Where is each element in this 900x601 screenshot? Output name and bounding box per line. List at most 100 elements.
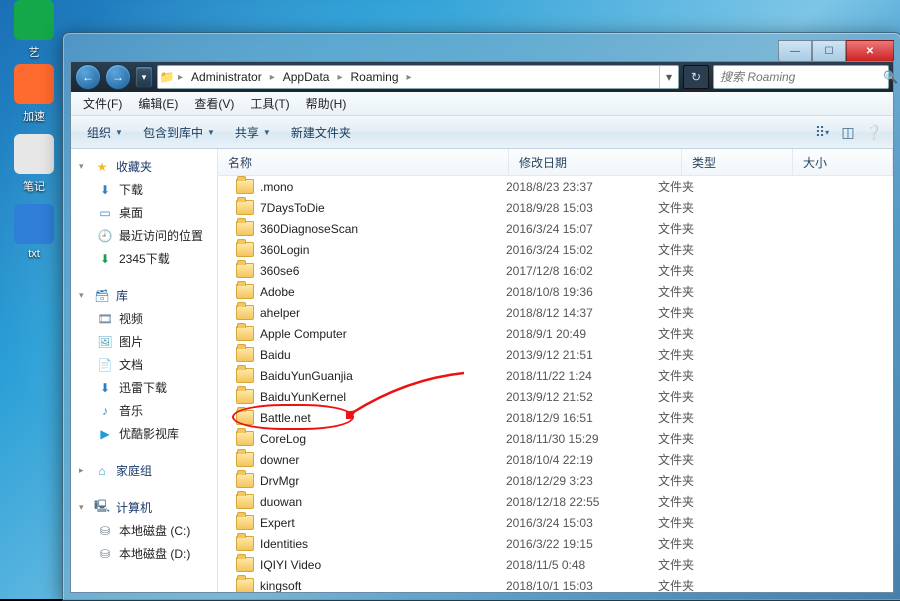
menu-tools[interactable]: 工具(T) [244, 93, 295, 114]
search-icon[interactable]: 🔍 [883, 70, 898, 84]
sidebar-item[interactable]: ⬇下载 [71, 178, 217, 201]
table-row[interactable]: kingsoft2018/10/1 15:03文件夹 [218, 575, 893, 592]
sidebar-item[interactable]: 🎞视频 [71, 307, 217, 330]
sidebar-item[interactable]: ⬇2345下载 [71, 247, 217, 270]
new-folder-button[interactable]: 新建文件夹 [283, 120, 359, 145]
table-row[interactable]: Expert2016/3/24 15:03文件夹 [218, 512, 893, 533]
desktop-background: 艺加速笔记 txt — ☐ ✕ ← → ▾ 📁 ▸ Administrator ▸… [0, 0, 900, 599]
search-box[interactable]: 🔍 [713, 65, 889, 89]
chevron-right-icon: ▸ [79, 465, 88, 476]
file-date: 2013/9/12 21:51 [506, 348, 658, 362]
chevron-down-icon: ▾ [79, 161, 88, 172]
table-row[interactable]: 360Login2016/3/24 15:02文件夹 [218, 239, 893, 260]
refresh-button[interactable]: ↻ [683, 65, 709, 89]
sidebar-item[interactable]: ⛁本地磁盘 (C:) [71, 519, 217, 542]
sidebar-item-label: 图片 [119, 333, 143, 350]
back-button[interactable]: ← [75, 64, 101, 90]
desktop-icon-label: txt [4, 248, 64, 260]
breadcrumb-item[interactable]: Administrator [185, 66, 268, 88]
history-dropdown[interactable]: ▾ [135, 66, 153, 88]
file-name: Identities [260, 537, 308, 551]
include-in-library-button[interactable]: 包含到库中▼ [135, 120, 223, 145]
sidebar-homegroup[interactable]: ▸⌂家庭组 [71, 459, 217, 482]
menu-edit[interactable]: 编辑(E) [132, 93, 184, 114]
column-size[interactable]: 大小 [793, 149, 893, 175]
close-button[interactable]: ✕ [846, 40, 894, 62]
file-date: 2016/3/24 15:07 [506, 222, 658, 236]
dl-icon: ⬇ [97, 182, 113, 198]
menu-file[interactable]: 文件(F) [77, 93, 128, 114]
table-row[interactable]: downer2018/10/4 22:19文件夹 [218, 449, 893, 470]
table-row[interactable]: duowan2018/12/18 22:55文件夹 [218, 491, 893, 512]
help-button[interactable]: ❔ [863, 121, 885, 143]
sidebar-item[interactable]: 🖼 图片 [71, 330, 217, 353]
pic-icon: 🖼 [97, 334, 113, 350]
table-row[interactable]: Identities2016/3/22 19:15文件夹 [218, 533, 893, 554]
minimize-button[interactable]: — [778, 40, 812, 62]
desktop-icon[interactable]: 艺 [4, 0, 64, 60]
breadcrumb-item[interactable]: Roaming [344, 66, 404, 88]
app-icon [14, 134, 54, 174]
sidebar-item[interactable]: ▭桌面 [71, 201, 217, 224]
table-row[interactable]: DrvMgr2018/12/29 3:23文件夹 [218, 470, 893, 491]
sidebar-item[interactable]: ▶优酷影视库 [71, 422, 217, 445]
menu-help[interactable]: 帮助(H) [300, 93, 353, 114]
sidebar-item-label: 视频 [119, 310, 143, 327]
sidebar-item-label: 迅雷下载 [119, 379, 167, 396]
file-type: 文件夹 [658, 262, 748, 279]
column-name[interactable]: 名称 [218, 149, 509, 175]
file-type: 文件夹 [658, 367, 748, 384]
file-name: kingsoft [260, 579, 301, 593]
sidebar-item[interactable]: ♪音乐 [71, 399, 217, 422]
table-row[interactable]: 360DiagnoseScan2016/3/24 15:07文件夹 [218, 218, 893, 239]
table-row[interactable]: CoreLog2018/11/30 15:29文件夹 [218, 428, 893, 449]
desktop-icon[interactable]: 加速 [4, 64, 64, 124]
folder-icon [236, 473, 254, 488]
maximize-button[interactable]: ☐ [812, 40, 846, 62]
table-row[interactable]: Baidu2013/9/12 21:51文件夹 [218, 344, 893, 365]
file-type: 文件夹 [658, 514, 748, 531]
file-type: 文件夹 [658, 304, 748, 321]
forward-button[interactable]: → [105, 64, 131, 90]
sidebar-computer[interactable]: ▾🖳计算机 [71, 496, 217, 519]
table-row[interactable]: Adobe2018/10/8 19:36文件夹 [218, 281, 893, 302]
organize-button[interactable]: 组织▼ [79, 120, 131, 145]
sidebar-item[interactable]: 📄文档 [71, 353, 217, 376]
sidebar-item-label: 文档 [119, 356, 143, 373]
table-row[interactable]: BaiduYunKernel2013/9/12 21:52文件夹 [218, 386, 893, 407]
table-row[interactable]: ahelper2018/8/12 14:37文件夹 [218, 302, 893, 323]
file-date: 2016/3/24 15:03 [506, 516, 658, 530]
table-row[interactable]: 360se62017/12/8 16:02文件夹 [218, 260, 893, 281]
folder-icon [236, 221, 254, 236]
preview-pane-button[interactable]: ◫ [837, 121, 859, 143]
table-row[interactable]: 7DaysToDie2018/9/28 15:03文件夹 [218, 197, 893, 218]
table-row[interactable]: .mono2018/8/23 23:37文件夹 [218, 176, 893, 197]
breadcrumb-item[interactable]: AppData [277, 66, 336, 88]
sidebar-item[interactable]: 🕘最近访问的位置 [71, 224, 217, 247]
desktop-icon[interactable]: txt [4, 204, 64, 260]
desktop-icon[interactable]: 笔记 [4, 134, 64, 194]
share-button[interactable]: 共享▼ [227, 120, 279, 145]
view-options-button[interactable]: ⠿▾ [811, 121, 833, 143]
sidebar-item-label: 2345下载 [119, 250, 170, 267]
sidebar-favorites[interactable]: ▾★收藏夹 [71, 155, 217, 178]
sidebar-item[interactable]: ⬇迅雷下载 [71, 376, 217, 399]
table-row[interactable]: IQIYI Video2018/11/5 0:48文件夹 [218, 554, 893, 575]
sidebar-item-label: 音乐 [119, 402, 143, 419]
file-date: 2017/12/8 16:02 [506, 264, 658, 278]
folder-icon [236, 578, 254, 592]
table-row[interactable]: Battle.net2018/12/9 16:51文件夹 [218, 407, 893, 428]
file-name: IQIYI Video [260, 558, 321, 572]
column-type[interactable]: 类型 [682, 149, 793, 175]
sidebar-item[interactable]: ⛁本地磁盘 (D:) [71, 542, 217, 565]
address-bar: ← → ▾ 📁 ▸ Administrator ▸ AppData ▸ Roam… [71, 62, 893, 92]
chevron-down-icon: ▾ [79, 502, 88, 513]
sidebar-libraries[interactable]: ▾🗃库 [71, 284, 217, 307]
table-row[interactable]: Apple Computer2018/9/1 20:49文件夹 [218, 323, 893, 344]
search-input[interactable] [714, 70, 883, 84]
breadcrumb-bar[interactable]: 📁 ▸ Administrator ▸ AppData ▸ Roaming ▸ … [157, 65, 679, 89]
table-row[interactable]: BaiduYunGuanjia2018/11/22 1:24文件夹 [218, 365, 893, 386]
address-dropdown[interactable]: ▾ [659, 66, 678, 88]
menu-view[interactable]: 查看(V) [188, 93, 240, 114]
column-date[interactable]: 修改日期 [509, 149, 682, 175]
